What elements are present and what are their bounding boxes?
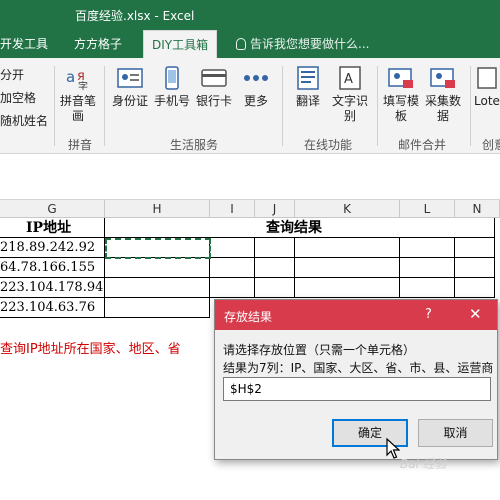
phone-number-button[interactable]: 手机号 <box>152 66 192 109</box>
svg-text:字: 字 <box>78 80 88 90</box>
ribbon: 分开 加空格 随机姓名 aя字 拼音笔画 拼音 身份证 手机号 银行卡 更多 生… <box>0 58 500 154</box>
column-header-j[interactable]: J <box>255 200 295 218</box>
cell-h1-merged[interactable]: 查询结果 <box>105 218 495 238</box>
ocr-icon: A <box>336 66 364 90</box>
dialog-prompt: 请选择存放位置（只需一个单元格） <box>223 343 416 357</box>
tab-fangfang[interactable]: 方方格子 <box>66 30 130 58</box>
group-label-life-services: 生活服务 <box>170 138 219 152</box>
phone-icon <box>158 66 186 90</box>
cancel-button[interactable]: 取消 <box>418 419 493 447</box>
group-label-pinyin: 拼音 <box>68 138 93 152</box>
tab-diy-toolbox[interactable]: DIY工具箱 <box>143 30 218 58</box>
cell-i2[interactable] <box>210 238 255 258</box>
cell-k3[interactable] <box>295 258 400 278</box>
pinyin-icon: aя字 <box>64 66 92 93</box>
more-button[interactable]: 更多 <box>236 66 276 109</box>
tell-me-box[interactable]: 告诉我您想要做什么... <box>236 30 369 58</box>
group-separator <box>377 66 378 146</box>
svg-text:A: A <box>344 72 353 87</box>
result-header: 查询结果 <box>266 220 322 236</box>
store-result-dialog: 存放结果 ? ✕ 请选择存放位置（只需一个单元格） 结果为7列：IP、国家、大区… <box>214 299 498 460</box>
pinyin-stroke-button[interactable]: aя字 拼音笔画 <box>58 66 98 124</box>
ribbon-tabs: 开发工具 方方格子 DIY工具箱 告诉我您想要做什么... <box>0 30 500 58</box>
group-separator <box>470 66 471 146</box>
cell-j4[interactable] <box>255 278 295 298</box>
fill-template-icon <box>387 66 415 90</box>
dialog-title-bar: 存放结果 ? ✕ <box>215 300 497 330</box>
column-header-k[interactable]: K <box>295 200 400 218</box>
cell-i4[interactable] <box>210 278 255 298</box>
window-title: 百度经验.xlsx - Excel <box>75 9 195 23</box>
more-icon <box>242 66 270 90</box>
column-header-g[interactable]: G <box>0 200 105 218</box>
cell-n2[interactable] <box>455 238 495 258</box>
lottery-button[interactable]: Lote <box>474 66 500 109</box>
table-row[interactable]: 64.78.166.155 <box>0 258 105 278</box>
column-header-n[interactable]: N <box>455 200 500 218</box>
cell-k4[interactable] <box>295 278 400 298</box>
column-header-l[interactable]: L <box>400 200 455 218</box>
tab-developer[interactable]: 开发工具 <box>0 30 56 58</box>
watermark: Bai 经验 <box>400 457 447 471</box>
ip-value: 64.78.166.155 <box>0 260 96 275</box>
group-separator <box>54 66 55 146</box>
ip-value: 223.104.63.76 <box>0 300 96 315</box>
cell-h4[interactable] <box>105 278 210 298</box>
group-separator <box>282 66 283 146</box>
bank-card-icon <box>200 66 228 90</box>
ip-value: 218.89.242.92 <box>0 240 96 255</box>
cell-l3[interactable] <box>400 258 455 278</box>
column-header-i[interactable]: I <box>210 200 255 218</box>
location-input[interactable]: $H$2 <box>223 377 491 401</box>
cell-h3[interactable] <box>105 258 210 278</box>
lottery-icon <box>474 66 500 90</box>
bank-card-button[interactable]: 银行卡 <box>194 66 234 109</box>
column-header-h[interactable]: H <box>105 200 210 218</box>
add-space-button[interactable]: 加空格 <box>0 89 36 106</box>
table-row[interactable]: 223.104.178.94 <box>0 278 105 298</box>
translate-icon <box>294 66 322 90</box>
cell-n3[interactable] <box>455 258 495 278</box>
cell-j3[interactable] <box>255 258 295 278</box>
dialog-info: 结果为7列：IP、国家、大区、省、市、县、运营商 <box>223 361 494 375</box>
text-recognition-button[interactable]: A 文字识别 <box>330 66 370 124</box>
translate-button[interactable]: 翻译 <box>288 66 328 109</box>
cell-i3[interactable] <box>210 258 255 278</box>
formula-bar-area <box>0 154 500 200</box>
lightbulb-icon <box>236 38 246 50</box>
group-label-online: 在线功能 <box>304 138 353 152</box>
note-text: 查询IP地址所在国家、地区、省 <box>0 342 181 357</box>
collect-data-icon <box>429 66 457 90</box>
cell-j2[interactable] <box>255 238 295 258</box>
table-row[interactable]: 218.89.242.92 <box>0 238 105 258</box>
cell-h5[interactable] <box>105 298 210 318</box>
ip-value: 223.104.178.94 <box>0 280 104 295</box>
group-separator <box>104 66 105 146</box>
title-bar: 百度经验.xlsx - Excel <box>0 0 500 30</box>
help-icon[interactable]: ? <box>425 307 432 322</box>
cell-g1[interactable]: IP地址 <box>0 218 105 238</box>
close-icon[interactable]: ✕ <box>469 305 482 323</box>
ip-header: IP地址 <box>26 220 72 236</box>
random-name-button[interactable]: 随机姓名 <box>0 112 48 129</box>
cell-l4[interactable] <box>400 278 455 298</box>
collect-data-button[interactable]: 采集数据 <box>423 66 463 124</box>
table-row[interactable]: 223.104.63.76 <box>0 298 105 318</box>
id-card-icon <box>116 66 144 90</box>
copy-selection-marquee <box>105 238 211 259</box>
cell-n4[interactable] <box>455 278 495 298</box>
fill-template-button[interactable]: 填写模板 <box>381 66 421 124</box>
cell-l2[interactable] <box>400 238 455 258</box>
dialog-title: 存放结果 <box>224 310 273 324</box>
id-card-button[interactable]: 身份证 <box>110 66 150 109</box>
group-label-creative: 创意 <box>482 138 500 152</box>
svg-text:a: a <box>66 68 75 86</box>
mouse-cursor-icon <box>386 438 400 459</box>
cell-k2[interactable] <box>295 238 400 258</box>
split-button[interactable]: 分开 <box>0 66 24 83</box>
group-label-mail-merge: 邮件合并 <box>398 138 447 152</box>
